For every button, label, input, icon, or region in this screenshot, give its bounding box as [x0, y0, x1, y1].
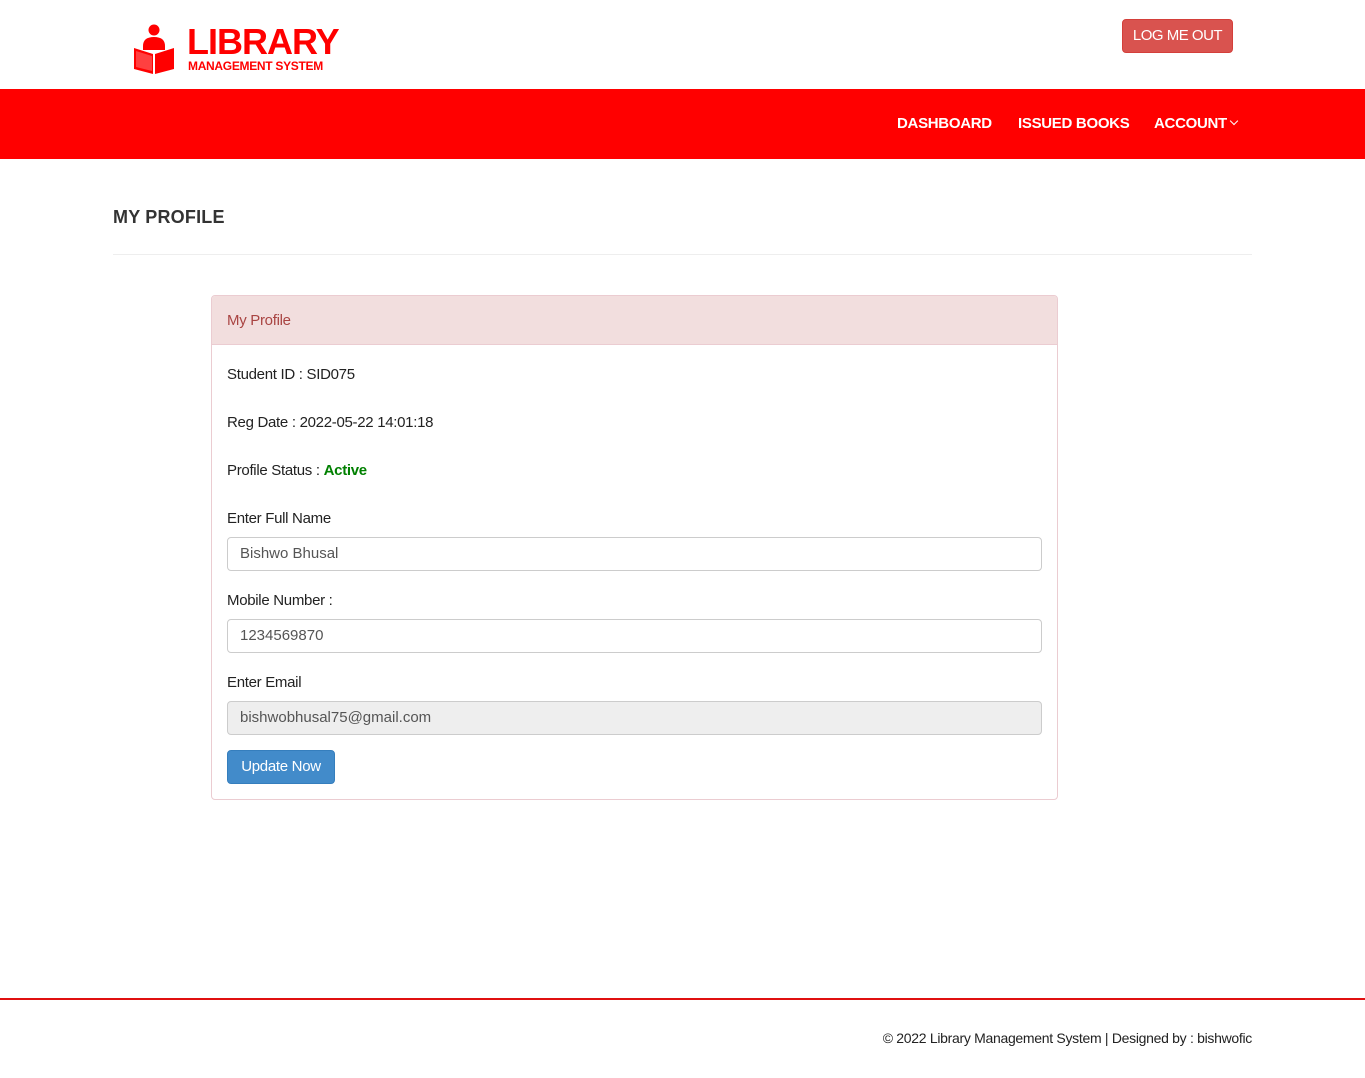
- profile-status-label: Profile Status :: [227, 462, 320, 479]
- nav-item-label: DASHBOARD: [897, 115, 992, 132]
- main-navbar: DASHBOARD ISSUED BOOKS ACCOUNT: [0, 89, 1365, 159]
- full-name-field[interactable]: Bishwo Bhusal: [227, 537, 1042, 571]
- mobile-number-field[interactable]: 1234569870: [227, 619, 1042, 653]
- panel-heading: My Profile: [212, 296, 1057, 345]
- student-id-label: Student ID :: [227, 366, 303, 383]
- full-name-label: Enter Full Name: [227, 510, 331, 527]
- nav-item-label: ISSUED BOOKS: [1018, 115, 1130, 132]
- nav-item-dashboard[interactable]: DASHBOARD: [897, 89, 992, 159]
- chevron-down-icon: [1229, 116, 1239, 126]
- reg-date-label: Reg Date :: [227, 414, 296, 431]
- profile-panel: My Profile Student ID : SID075 Reg Date …: [211, 295, 1058, 800]
- student-id-row: Student ID : SID075: [227, 366, 355, 383]
- reg-date-row: Reg Date : 2022-05-22 14:01:18: [227, 414, 433, 431]
- logout-button[interactable]: LOG ME OUT: [1122, 19, 1233, 53]
- status-badge: Active: [323, 462, 368, 479]
- update-now-button[interactable]: Update Now: [227, 750, 335, 784]
- brand-subtitle: MANAGEMENT SYSTEM: [188, 59, 323, 73]
- site-header: LIBRARY MANAGEMENT SYSTEM LOG ME OUT: [0, 0, 1365, 89]
- nav-item-issued-books[interactable]: ISSUED BOOKS: [1018, 89, 1130, 159]
- student-id-value: SID075: [306, 366, 356, 383]
- footer-copyright: © 2022 Library Management System | Desig…: [882, 1030, 1253, 1046]
- nav-item-account[interactable]: ACCOUNT: [1154, 89, 1239, 159]
- brand-logo[interactable]: LIBRARY MANAGEMENT SYSTEM: [133, 21, 343, 76]
- reg-date-value: 2022-05-22 14:01:18: [299, 414, 434, 431]
- profile-status-row: Profile Status : Active: [227, 462, 367, 479]
- reader-book-icon: [134, 24, 174, 74]
- nav-item-label: ACCOUNT: [1154, 115, 1227, 132]
- mobile-number-label: Mobile Number :: [227, 592, 333, 609]
- brand-title: LIBRARY: [187, 21, 340, 62]
- footer-divider: [0, 998, 1365, 1000]
- email-field[interactable]: bishwobhusal75@gmail.com: [227, 701, 1042, 735]
- title-divider: [113, 254, 1252, 255]
- email-label: Enter Email: [227, 674, 302, 691]
- panel-heading-title: My Profile: [227, 312, 291, 329]
- page-title: MY PROFILE: [113, 207, 225, 227]
